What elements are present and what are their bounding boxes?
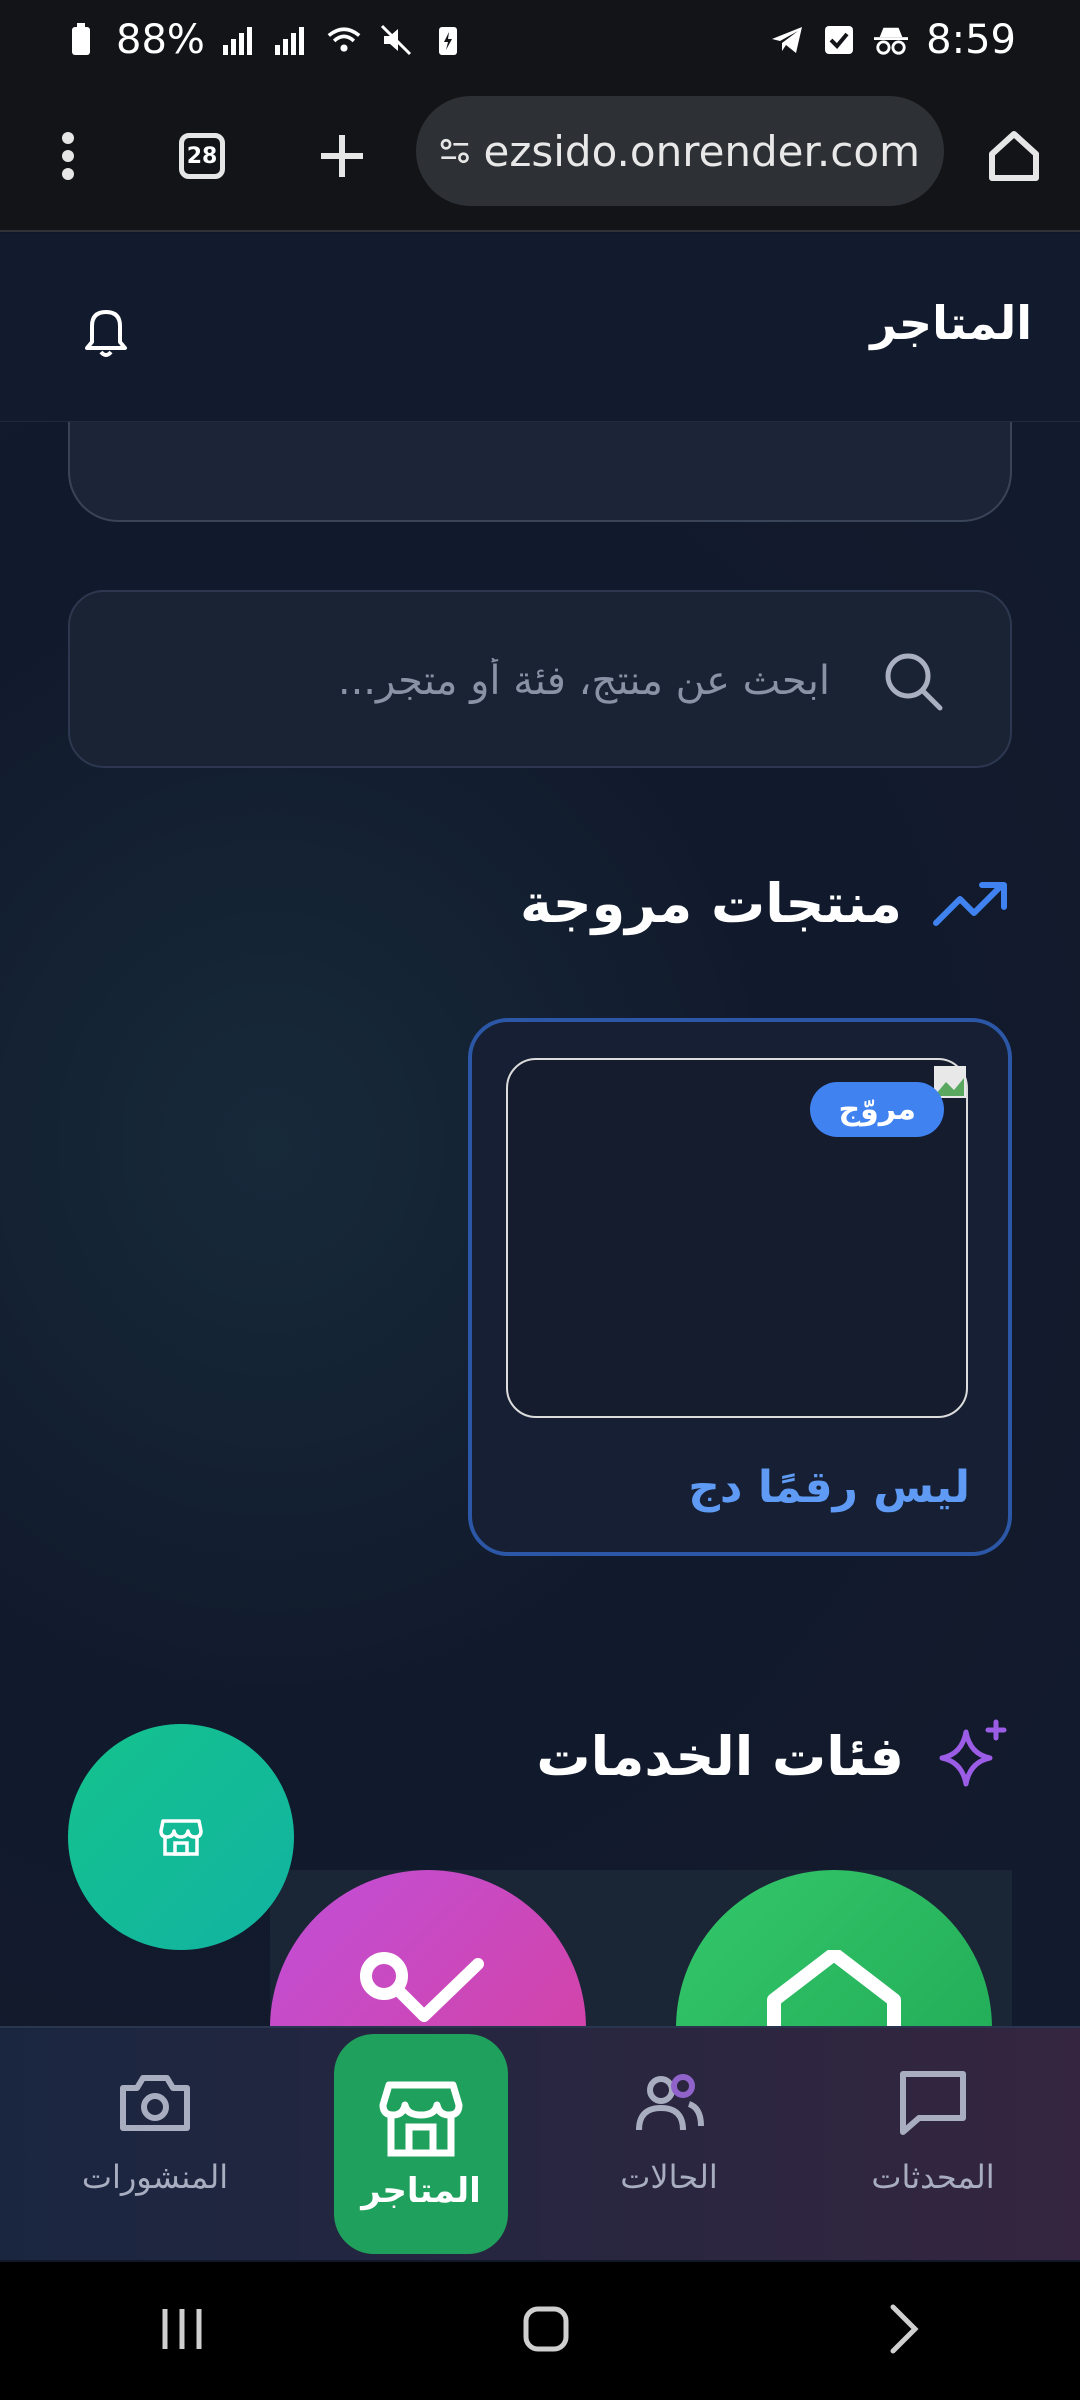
battery-icon <box>64 23 98 57</box>
signal-icon-2 <box>274 23 309 57</box>
chat-bubble-icon <box>900 2071 966 2135</box>
page-title: المتاجر <box>870 296 1032 350</box>
address-bar[interactable]: ezsido.onrender.com <box>416 96 944 206</box>
clock: 8:59 <box>926 17 1016 63</box>
store-icon <box>379 2081 463 2157</box>
bell-icon <box>85 310 127 357</box>
search-input[interactable] <box>130 648 830 714</box>
search-box[interactable] <box>68 590 1012 768</box>
more-vertical-icon <box>62 132 74 180</box>
camera-icon <box>120 2075 190 2131</box>
promoted-badge: مروّج <box>810 1082 944 1137</box>
product-image: مروّج <box>506 1058 968 1418</box>
nav-posts[interactable]: المنشورات <box>70 2064 240 2224</box>
site-settings-icon[interactable] <box>440 131 470 171</box>
system-navigation-bar <box>0 2262 1080 2400</box>
incognito-icon <box>874 23 909 57</box>
promoted-section-title: منتجات مروجة <box>519 872 902 935</box>
nav-stores-label: المتاجر <box>361 2171 481 2211</box>
recent-apps-button[interactable] <box>159 2307 205 2355</box>
system-back-button[interactable] <box>887 2303 921 2359</box>
home-circle-icon <box>523 2306 569 2352</box>
promoted-section-header: منتجات مروجة <box>520 872 1010 935</box>
nav-posts-label: المنشورات <box>81 2158 229 2196</box>
nav-chats-label: المحدثات <box>871 2158 995 2196</box>
store-icon <box>159 1819 203 1856</box>
sparkles-icon <box>939 1719 1007 1787</box>
nav-statuses-label: الحالات <box>620 2158 718 2196</box>
users-icon <box>636 2074 704 2131</box>
tab-switcher-button[interactable]: 28 <box>162 116 242 196</box>
trending-up-icon <box>933 881 1007 926</box>
telegram-icon <box>770 23 804 57</box>
status-left: 88% <box>64 17 465 63</box>
recent-apps-icon <box>162 2309 202 2349</box>
checkbox-icon <box>822 23 856 57</box>
product-card[interactable]: مروّج ليس رقمًا دج <box>468 1018 1012 1556</box>
home-button[interactable] <box>974 116 1054 196</box>
nav-chats[interactable]: المحدثات <box>848 2064 1018 2224</box>
search-icon <box>885 653 943 711</box>
category-home[interactable] <box>676 1870 992 2026</box>
home-icon <box>989 131 1039 181</box>
nav-stores[interactable]: المتاجر <box>334 2034 508 2254</box>
notifications-button[interactable] <box>82 304 130 358</box>
system-home-button[interactable] <box>522 2305 570 2357</box>
wifi-icon <box>327 23 361 57</box>
battery-saver-icon <box>431 23 465 57</box>
bottom-navigation: المنشورات المتاجر الحالات المحدثات <box>0 2026 1080 2260</box>
service-categories-strip <box>270 1870 1012 2026</box>
tab-count: 28 <box>179 133 225 179</box>
status-bar: 88% 8:59 <box>0 0 1080 80</box>
new-tab-button[interactable] <box>302 116 382 196</box>
browser-menu-button[interactable] <box>28 116 108 196</box>
signal-icon <box>222 23 257 57</box>
browser-toolbar: 28 ezsido.onrender.com <box>0 80 1080 232</box>
services-section-title: فئات الخدمات <box>536 1724 904 1788</box>
tools-icon <box>360 1952 484 2022</box>
app-header: المتاجر <box>0 234 1080 422</box>
product-price: ليس رقمًا دج <box>688 1462 970 1513</box>
main-content: منتجات مروجة مروّج ليس رقمًا دج فئات الخ… <box>0 422 1080 2026</box>
mute-icon <box>379 23 413 57</box>
back-chevron-icon <box>890 2304 919 2354</box>
url-text: ezsido.onrender.com <box>483 126 921 176</box>
top-banner-card <box>68 422 1012 522</box>
category-tools[interactable] <box>270 1870 586 2026</box>
status-right: 8:59 <box>770 17 1016 63</box>
plus-icon <box>321 135 363 177</box>
services-section-header: فئات الخدمات <box>536 1718 1010 1794</box>
nav-statuses[interactable]: الحالات <box>584 2064 754 2224</box>
house-icon <box>767 1950 901 2026</box>
store-fab-button[interactable] <box>68 1724 294 1950</box>
battery-percent: 88% <box>116 17 205 63</box>
